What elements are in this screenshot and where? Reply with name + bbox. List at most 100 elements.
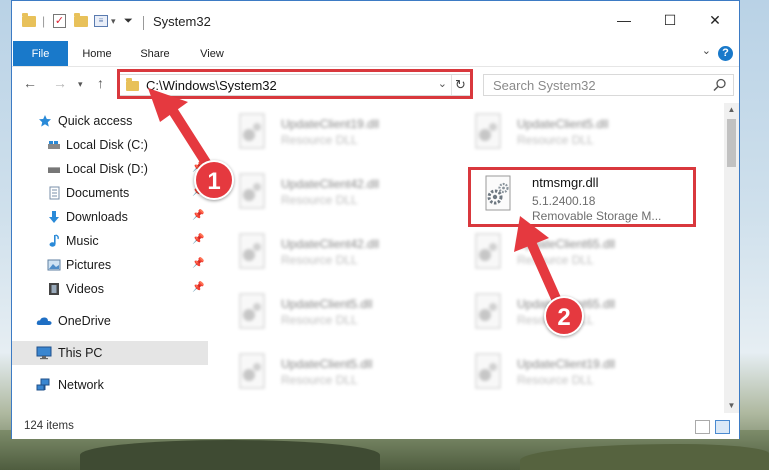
tab-home[interactable]: Home	[74, 41, 120, 66]
search-icon[interactable]	[713, 78, 727, 92]
scroll-down-icon[interactable]: ▼	[724, 399, 739, 413]
sidebar-item-this-pc[interactable]: This PC	[12, 341, 208, 365]
large-icons-view-icon[interactable]	[715, 420, 730, 434]
dll-file-icon	[475, 233, 501, 269]
file-name: UpdateClient5.dll	[281, 357, 373, 371]
separator	[143, 16, 144, 30]
sidebar-item-pictures[interactable]: Pictures 📌	[12, 253, 208, 277]
properties-icon[interactable]: ≡	[94, 13, 108, 29]
up-arrow-icon[interactable]: ↑	[97, 75, 104, 91]
chevron-down-icon[interactable]: ▾	[111, 13, 116, 29]
sidebar-item-label: Local Disk (D:)	[66, 162, 148, 176]
sidebar-item-label: OneDrive	[58, 314, 111, 328]
file-description: Resource DLL	[517, 373, 594, 387]
sidebar-item-label: Videos	[66, 282, 104, 296]
expand-ribbon-button[interactable]: ⌄	[702, 44, 711, 57]
minimize-button[interactable]: —	[602, 9, 646, 31]
step-1-badge: 1	[194, 160, 234, 200]
list-item[interactable]: UpdateClient5.dll Resource DLL	[444, 109, 672, 169]
file-name: UpdateClient19.dll	[281, 117, 380, 131]
separator: |	[42, 14, 46, 28]
help-button[interactable]: ?	[718, 46, 733, 61]
customize-toolbar-icon[interactable]: ⏷	[124, 13, 133, 29]
file-list: UpdateClient19.dll Resource DLL UpdateCl…	[208, 103, 724, 413]
list-item[interactable]: UpdateClient42.dll Resource DLL	[208, 169, 436, 229]
file-description: Resource DLL	[281, 133, 358, 147]
tab-file[interactable]: File	[13, 41, 68, 66]
sidebar-item-downloads[interactable]: Downloads 📌	[12, 205, 208, 229]
scroll-up-icon[interactable]: ▲	[724, 103, 739, 117]
maximize-button[interactable]: ☐	[648, 9, 692, 31]
title-bar: | ✓ ≡ ▾ ⏷ System32 — ☐ ✕	[12, 1, 739, 39]
sidebar-item-documents[interactable]: Documents 📌	[12, 181, 208, 205]
list-item[interactable]: UpdateClient65.dll Resource DLL	[444, 229, 672, 289]
sidebar-item-local-disk-d[interactable]: Local Disk (D:) 📌	[12, 157, 208, 181]
network-icon	[36, 378, 50, 391]
star-icon	[39, 115, 51, 127]
sidebar-item-local-disk-c[interactable]: Local Disk (C:)	[12, 133, 208, 157]
sidebar-item-label: This PC	[58, 346, 103, 360]
dll-file-icon	[239, 233, 265, 269]
dll-file-icon	[239, 293, 265, 329]
sidebar-item-quick-access[interactable]: Quick access	[12, 109, 208, 133]
window-title: System32	[153, 14, 211, 29]
sidebar-item-label: Local Disk (C:)	[66, 138, 148, 152]
folder-icon	[22, 12, 36, 29]
vertical-scrollbar[interactable]: ▲ ▼	[724, 103, 739, 413]
sidebar-item-label: Documents	[66, 186, 130, 200]
list-item[interactable]: UpdateClient19.dll Resource DLL	[208, 109, 436, 169]
pin-icon[interactable]: 📌	[192, 234, 204, 245]
sidebar-item-label: Quick access	[58, 114, 133, 128]
cloud-icon	[36, 317, 52, 325]
sidebar-item-label: Downloads	[66, 210, 128, 224]
sidebar-item-label: Music	[66, 234, 99, 248]
pin-icon[interactable]: 📌	[192, 258, 204, 269]
file-name: UpdateClient19.dll	[517, 357, 616, 371]
list-item[interactable]: UpdateClient19.dll Resource DLL	[444, 349, 672, 409]
back-arrow-icon[interactable]: ←	[23, 75, 37, 91]
drive-icon	[48, 167, 60, 173]
sidebar-item-network[interactable]: Network	[12, 373, 208, 397]
film-icon	[49, 283, 59, 295]
sidebar-item-label: Network	[58, 378, 104, 392]
dll-file-icon	[475, 353, 501, 389]
pictures-icon	[47, 259, 61, 271]
file-description: Resource DLL	[281, 373, 358, 387]
pin-icon[interactable]: 📌	[192, 210, 204, 221]
sidebar-item-onedrive[interactable]: OneDrive	[12, 309, 208, 333]
close-button[interactable]: ✕	[693, 9, 737, 31]
new-folder-icon[interactable]	[74, 12, 88, 29]
properties-check-icon[interactable]: ✓	[53, 13, 66, 29]
file-description: Resource DLL	[517, 133, 594, 147]
list-item[interactable]: UpdateClient5.dll Resource DLL	[208, 349, 436, 409]
dll-file-icon	[239, 173, 265, 209]
forward-arrow-icon[interactable]: →	[53, 75, 67, 91]
scroll-thumb[interactable]	[727, 119, 736, 167]
tab-view[interactable]: View	[190, 41, 234, 66]
recent-locations-icon[interactable]: ▾	[78, 79, 83, 90]
file-name: UpdateClient65.dll	[517, 237, 616, 251]
details-view-icon[interactable]	[695, 420, 710, 434]
search-input[interactable]: Search System32	[493, 78, 596, 93]
download-arrow-icon	[49, 211, 59, 223]
sidebar-item-label: Pictures	[66, 258, 112, 272]
sidebar-item-music[interactable]: Music 📌	[12, 229, 208, 253]
address-highlight-box	[117, 69, 473, 99]
monitor-icon	[36, 346, 52, 360]
file-highlight-box	[468, 167, 696, 227]
file-name: UpdateClient42.dll	[281, 237, 380, 251]
pin-icon[interactable]: 📌	[192, 282, 204, 293]
file-name: UpdateClient5.dll	[517, 117, 609, 131]
sidebar-item-videos[interactable]: Videos 📌	[12, 277, 208, 301]
list-item[interactable]: UpdateClient5.dll Resource DLL	[208, 289, 436, 349]
list-item[interactable]: UpdateClient42.dll Resource DLL	[208, 229, 436, 289]
file-description: Resource DLL	[281, 193, 358, 207]
status-bar: 124 items	[12, 415, 739, 439]
file-description: Resource DLL	[281, 313, 358, 327]
documents-icon	[49, 186, 60, 200]
desktop-hill	[80, 440, 380, 470]
tab-share[interactable]: Share	[130, 41, 180, 66]
dll-file-icon	[239, 353, 265, 389]
step-2-badge: 2	[544, 296, 584, 336]
search-box[interactable]: Search System32	[483, 74, 734, 96]
